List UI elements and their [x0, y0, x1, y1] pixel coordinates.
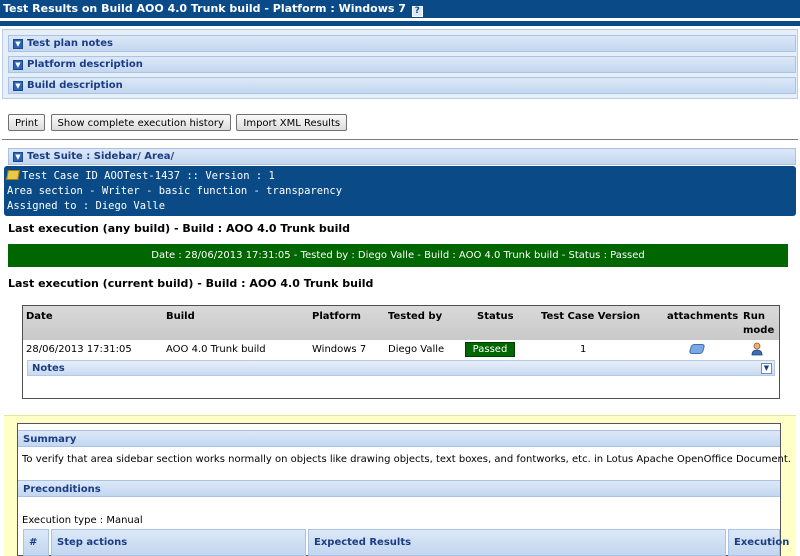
col-tc-version: Test Case Version [541, 311, 641, 322]
col-attachments: attachments [667, 311, 739, 322]
section-test-plan-notes[interactable]: ▼ Test plan notes [8, 35, 796, 52]
cell-platform: Windows 7 [312, 344, 367, 355]
show-history-button[interactable]: Show complete execution history [50, 114, 231, 131]
action-toolbar: Print Show complete execution history Im… [8, 114, 349, 132]
col-build: Build [166, 311, 195, 322]
window-title: Test Results on Build AOO 4.0 Trunk buil… [3, 2, 406, 15]
edit-note-icon[interactable] [6, 170, 20, 180]
cell-date: 28/06/2013 17:31:05 [26, 344, 132, 355]
section-test-suite[interactable]: ▼ Test Suite : Sidebar/ Area/ [8, 148, 796, 165]
col-run-mode-line1: Run [743, 311, 765, 322]
section-label: Build description [27, 80, 123, 91]
last-execution-banner: Date : 28/06/2013 17:31:05 - Tested by :… [8, 244, 788, 267]
cell-tc-version: 1 [580, 344, 587, 355]
cell-tested-by: Diego Valle [388, 344, 445, 355]
col-platform: Platform [312, 311, 361, 322]
title-underline [0, 21, 800, 26]
cell-build: AOO 4.0 Trunk build [166, 344, 266, 355]
col-run-mode-line2: mode [743, 325, 775, 336]
notes-label: Notes [32, 363, 65, 374]
col-status: Status [477, 311, 514, 322]
col-date: Date [26, 311, 53, 322]
collapse-toggle-icon[interactable]: ▼ [13, 60, 23, 70]
test-case-id-line: Test Case ID AOOTest-1437 :: Version : 1 [6, 169, 796, 184]
collapse-toggle-icon[interactable]: ▼ [13, 81, 23, 91]
steps-col-execution: Execution [728, 529, 789, 556]
divider [2, 139, 798, 140]
preconditions-header: Preconditions [18, 480, 780, 497]
chevron-down-icon[interactable]: ▼ [761, 363, 772, 374]
summary-text: To verify that area sidebar section work… [22, 454, 791, 465]
collapse-toggle-icon[interactable]: ▼ [13, 39, 23, 49]
window-title-bar: Test Results on Build AOO 4.0 Trunk buil… [0, 0, 800, 18]
manual-run-icon [751, 342, 763, 356]
notes-section[interactable]: Notes ▼ [27, 360, 775, 376]
last-execution-any-heading: Last execution (any build) - Build : AOO… [8, 222, 351, 235]
section-label: Test Suite : Sidebar/ Area/ [27, 151, 175, 162]
test-spec-table: Summary To verify that area sidebar sect… [17, 423, 791, 556]
section-platform-description[interactable]: ▼ Platform description [8, 56, 796, 73]
steps-col-number: # [23, 529, 49, 556]
section-build-description[interactable]: ▼ Build description [8, 77, 796, 94]
attachment-icon[interactable] [688, 344, 706, 354]
test-case-path: Area section - Writer - basic function -… [7, 185, 343, 197]
status-badge: Passed [465, 342, 515, 357]
section-label: Platform description [27, 59, 143, 70]
summary-header: Summary [18, 430, 780, 447]
execution-table: Date Build Platform Tested by Status Tes… [22, 305, 780, 399]
execution-type: Execution type : Manual [22, 515, 143, 526]
col-tested-by: Tested by [388, 311, 443, 322]
help-icon[interactable]: ? [411, 6, 423, 17]
print-button[interactable]: Print [8, 114, 46, 131]
col-run-mode: Run mode [743, 306, 774, 340]
last-execution-current-heading: Last execution (current build) - Build :… [8, 277, 374, 290]
steps-col-actions: Step actions [51, 529, 306, 556]
steps-col-expected: Expected Results [308, 529, 726, 556]
collapse-toggle-icon[interactable]: ▼ [13, 152, 23, 162]
assigned-to: Assigned to : Diego Valle [7, 200, 166, 212]
test-case-id: Test Case ID AOOTest-1437 :: Version : 1 [22, 170, 275, 182]
import-xml-button[interactable]: Import XML Results [236, 114, 348, 131]
test-case-header: Test Case ID AOOTest-1437 :: Version : 1… [4, 166, 796, 216]
section-label: Test plan notes [27, 38, 113, 49]
